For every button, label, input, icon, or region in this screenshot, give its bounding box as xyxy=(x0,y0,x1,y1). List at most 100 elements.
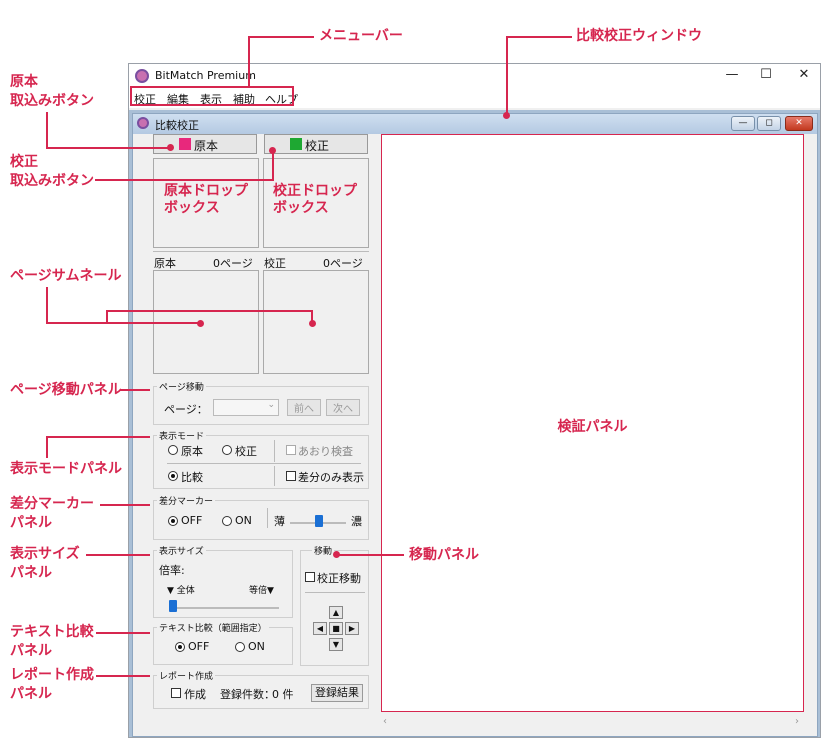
mode-compare-radio[interactable] xyxy=(168,471,178,481)
app-title: BitMatch Premium xyxy=(155,69,256,82)
leader-menubar-v xyxy=(248,36,250,86)
report-legend: レポート作成 xyxy=(157,669,216,682)
proof-import-button[interactable]: 校正 xyxy=(264,134,368,154)
page-label: ページ： xyxy=(164,403,208,416)
move-center-button[interactable]: ■ xyxy=(329,622,343,635)
mode-original-label: 原本 xyxy=(181,445,203,458)
mode-separator-1 xyxy=(274,440,275,462)
zoom-actual-label: 等倍▼ xyxy=(249,586,274,596)
scroll-right-icon[interactable]: › xyxy=(795,716,799,727)
callout-page-move: ページ移動パネル xyxy=(10,382,122,398)
leader-orig-v xyxy=(46,112,48,148)
child-close-button[interactable]: ✕ xyxy=(785,116,813,131)
zoom-label: 倍率: xyxy=(159,564,185,577)
compare-window-titlebar: 比較校正 — ◻ ✕ xyxy=(133,114,817,134)
diff-only-label: 差分のみ表示 xyxy=(298,471,364,484)
report-create-label: 作成 xyxy=(184,688,206,701)
proof-move-label: 校正移動 xyxy=(317,572,361,585)
scroll-left-icon[interactable]: ‹ xyxy=(383,716,387,727)
move-legend: 移動 xyxy=(312,544,335,557)
minimize-button[interactable]: — xyxy=(717,64,747,86)
leader-move-panel xyxy=(336,554,404,556)
text-compare-on-label: ON xyxy=(248,640,265,653)
leader-page-move xyxy=(120,389,150,391)
original-drop-label-2: ボックス xyxy=(164,200,220,216)
marker-on-label: ON xyxy=(235,514,252,527)
callout-compare-window: 比較校正ウィンドウ xyxy=(576,28,702,44)
diff-only-checkbox[interactable] xyxy=(286,471,296,481)
leader-thumb-h xyxy=(46,322,106,324)
original-page-count: 0ページ xyxy=(213,257,253,270)
close-button[interactable]: ✕ xyxy=(789,64,819,86)
mode-original-radio[interactable] xyxy=(168,445,178,455)
callout-menubar: メニューバー xyxy=(319,28,403,44)
leader-window-h xyxy=(506,36,572,38)
compare-window-title: 比較校正 xyxy=(155,119,199,132)
callout-display-mode: 表示モードパネル xyxy=(10,461,122,477)
move-left-button[interactable]: ◀ xyxy=(313,622,327,635)
leader-text-compare xyxy=(96,632,150,634)
proof-import-label: 校正 xyxy=(305,139,330,153)
child-app-icon xyxy=(137,117,149,129)
leader-window-v xyxy=(506,36,508,114)
leader-display-size xyxy=(86,554,150,556)
flicker-checkbox[interactable] xyxy=(286,445,296,455)
move-right-button[interactable]: ▶ xyxy=(345,622,359,635)
thumb-divider xyxy=(153,251,369,252)
app-icon xyxy=(135,69,149,83)
text-compare-on-radio[interactable] xyxy=(235,642,245,652)
leader-thumb-fork-bottom xyxy=(106,322,200,324)
proof-move-checkbox[interactable] xyxy=(305,572,315,582)
marker-off-radio[interactable] xyxy=(168,516,178,526)
child-minimize-button[interactable]: — xyxy=(731,116,755,131)
zoom-fit-all-label: ▼ 全体 xyxy=(167,586,195,596)
leader-move-dot xyxy=(333,551,340,558)
marker-on-radio[interactable] xyxy=(222,516,232,526)
zoom-thumb[interactable] xyxy=(169,600,177,612)
marker-intensity-slider[interactable] xyxy=(290,515,346,527)
move-separator xyxy=(305,592,365,593)
text-compare-off-radio[interactable] xyxy=(175,642,185,652)
page-select[interactable]: ⌄ xyxy=(213,399,279,416)
proof-drop-label-2: ボックス xyxy=(273,200,329,216)
mode-proof-radio[interactable] xyxy=(222,445,232,455)
leader-mode-h xyxy=(46,436,150,438)
prev-page-button[interactable]: 前へ xyxy=(287,399,321,416)
marker-off-label: OFF xyxy=(181,514,203,527)
verify-panel[interactable]: 検証パネル xyxy=(381,134,804,712)
child-restore-button[interactable]: ◻ xyxy=(757,116,781,131)
marker-intensity-thumb[interactable] xyxy=(315,515,323,527)
proof-color-swatch xyxy=(290,138,302,150)
proof-drop-box[interactable]: 校正ドロップ ボックス xyxy=(263,158,369,248)
report-count-label: 登録件数： xyxy=(220,688,275,701)
original-drop-box[interactable]: 原本ドロップ ボックス xyxy=(153,158,259,248)
leader-mode-v xyxy=(46,436,48,458)
leader-orig-h xyxy=(46,147,170,149)
original-import-label: 原本 xyxy=(194,139,219,153)
mdi-area: 比較校正 — ◻ ✕ 原本 校正 原本ドロップ ボックス 校正ドロップ ボックス… xyxy=(129,110,820,737)
menubar-highlight xyxy=(130,86,294,106)
callout-report-2: パネル xyxy=(10,686,52,702)
original-drop-label-1: 原本ドロップ xyxy=(164,183,248,199)
move-up-button[interactable]: ▲ xyxy=(329,606,343,619)
marker-light-label: 薄 xyxy=(274,515,285,528)
proof-page-count: 0ページ xyxy=(323,257,363,270)
zoom-slider[interactable] xyxy=(169,600,279,612)
leader-thumb-dot-2 xyxy=(309,320,316,327)
registration-result-button[interactable]: 登録結果 xyxy=(311,684,363,702)
report-create-checkbox[interactable] xyxy=(171,688,181,698)
display-mode-legend: 表示モード xyxy=(157,429,207,442)
callout-text-compare-2: パネル xyxy=(10,643,52,659)
next-page-button[interactable]: 次へ xyxy=(326,399,360,416)
callout-orig-import-1: 原本 xyxy=(10,74,38,90)
callout-move-panel: 移動パネル xyxy=(409,547,479,563)
leader-orig-dot xyxy=(167,144,174,151)
maximize-button[interactable]: ☐ xyxy=(751,64,781,86)
move-down-button[interactable]: ▼ xyxy=(329,638,343,651)
original-color-swatch xyxy=(179,138,191,150)
diff-marker-legend: 差分マーカー xyxy=(157,494,216,507)
leader-report xyxy=(96,675,150,677)
proof-thumbnail[interactable] xyxy=(263,270,369,374)
verify-panel-label: 検証パネル xyxy=(557,419,628,435)
report-count-value: 0 件 xyxy=(272,688,294,701)
